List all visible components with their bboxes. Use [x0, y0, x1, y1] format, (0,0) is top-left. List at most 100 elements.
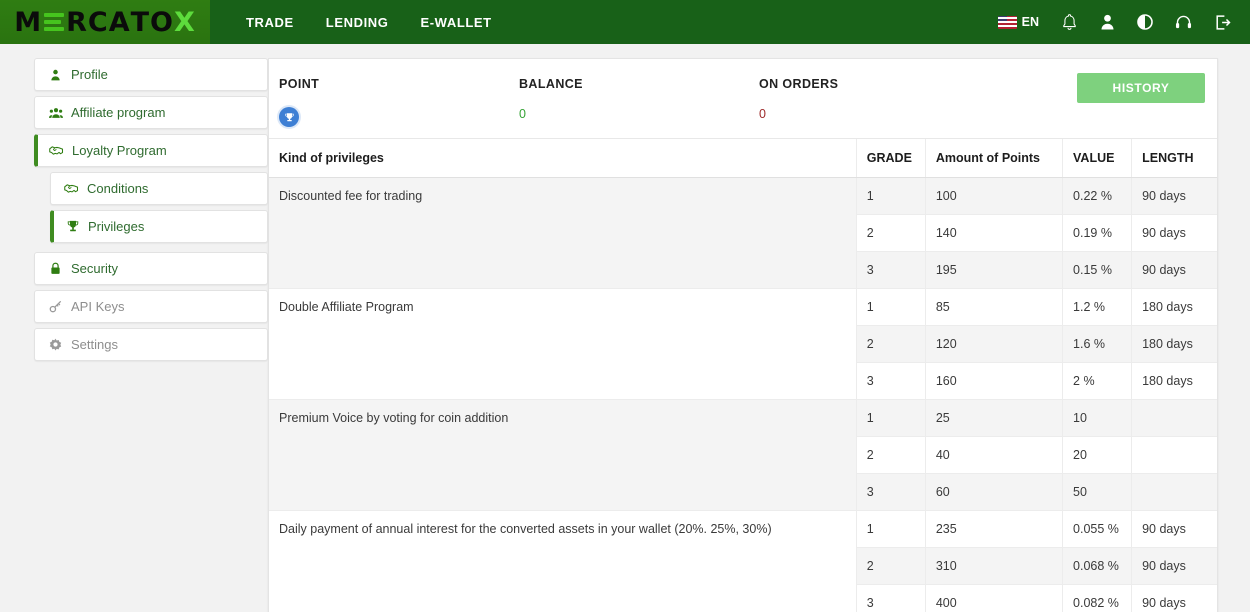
handshake-icon [63, 183, 80, 194]
sidebar-item-label: Security [71, 261, 118, 276]
logo-text-rc: RC [66, 6, 109, 38]
logo-text-m: M [14, 6, 43, 38]
lock-icon [47, 262, 64, 275]
gear-icon [47, 338, 64, 351]
cell-value: 2 % [1062, 362, 1133, 400]
cell-grade: 2 [856, 547, 926, 585]
cell-length [1131, 399, 1217, 437]
cell-length: 90 days [1131, 510, 1217, 548]
table-body: Discounted fee for trading 1 100 0.22 % 90 d… [269, 177, 1217, 612]
privileges-panel: POINT BALANCE 0 ON ORDERS 0 HISTORY Kind… [268, 58, 1218, 612]
cell-length: 90 days [1131, 251, 1217, 289]
account-button[interactable] [1091, 7, 1124, 37]
cell-points: 40 [925, 436, 1064, 474]
users-icon [47, 107, 64, 119]
sidebar-item-api-keys[interactable]: API Keys [34, 290, 268, 323]
nav-ewallet[interactable]: E-WALLET [404, 1, 507, 44]
cell-points: 85 [925, 288, 1064, 326]
us-flag-icon [997, 15, 1017, 29]
logout-button[interactable] [1205, 8, 1240, 37]
contrast-icon [1137, 14, 1153, 30]
sidebar-item-label: Privileges [88, 219, 145, 234]
language-switcher[interactable]: EN [989, 9, 1048, 35]
history-button[interactable]: HISTORY [1077, 73, 1205, 103]
language-label: EN [1021, 15, 1039, 29]
cell-length: 180 days [1131, 288, 1217, 326]
column-header-value: VALUE [1062, 139, 1133, 178]
cell-value: 10 [1062, 399, 1133, 437]
cell-length: 90 days [1131, 214, 1217, 252]
point-badge-icon [279, 107, 299, 127]
trophy-icon [64, 220, 81, 233]
cell-points: 100 [925, 177, 1064, 215]
cell-points: 310 [925, 547, 1064, 585]
sidebar-item-label: Affiliate program [71, 105, 166, 120]
cell-kind-of-privileges: Daily payment of annual interest for the… [269, 510, 857, 612]
logout-icon [1216, 14, 1231, 30]
sidebar-item-profile[interactable]: Profile [34, 58, 268, 91]
support-button[interactable] [1166, 8, 1201, 36]
stat-value: 0 [759, 107, 766, 121]
cell-length: 90 days [1131, 547, 1217, 585]
table-row: Double Affiliate Program 1 85 1.2 % 180 days [269, 288, 1217, 400]
column-header-points: Amount of Points [925, 139, 1064, 178]
cell-points: 400 [925, 584, 1064, 612]
header-actions: EN [989, 0, 1240, 44]
cell-points: 140 [925, 214, 1064, 252]
stat-balance: BALANCE 0 [519, 77, 759, 121]
cell-length: 180 days [1131, 325, 1217, 363]
stats-bar: POINT BALANCE 0 ON ORDERS 0 HISTORY [269, 59, 1217, 139]
cell-points: 60 [925, 473, 1064, 511]
stat-label: POINT [279, 77, 320, 91]
cell-grade: 3 [856, 473, 926, 511]
main-nav: TRADE LENDING E-WALLET [230, 1, 508, 44]
cell-grade: 2 [856, 214, 926, 252]
column-header-kind: Kind of privileges [269, 139, 857, 178]
column-header-grade: GRADE [856, 139, 926, 178]
sidebar-item-label: API Keys [71, 299, 125, 314]
brand-logo[interactable]: M RC A TO X [0, 0, 210, 44]
cell-points: 160 [925, 362, 1064, 400]
sidebar-item-security[interactable]: Security [34, 252, 268, 285]
sidebar-item-loyalty-program[interactable]: Loyalty Program [34, 134, 268, 167]
stat-point: POINT [279, 77, 519, 127]
cell-kind-of-privileges: Premium Voice by voting for coin additio… [269, 399, 857, 511]
sidebar-item-settings[interactable]: Settings [34, 328, 268, 361]
logo-text-to: TO [130, 6, 174, 38]
logo-text-a: A [108, 6, 131, 38]
handshake-icon [48, 145, 65, 156]
nav-lending[interactable]: LENDING [310, 1, 405, 44]
cell-value: 1.6 % [1062, 325, 1133, 363]
cell-length [1131, 436, 1217, 474]
theme-toggle-button[interactable] [1128, 8, 1162, 36]
sidebar-item-conditions[interactable]: Conditions [50, 172, 268, 205]
cell-value: 0.19 % [1062, 214, 1133, 252]
privileges-table: Kind of privileges GRADE Amount of Point… [269, 139, 1217, 612]
cell-length: 90 days [1131, 584, 1217, 612]
user-icon [1101, 14, 1114, 30]
table-row: Daily payment of annual interest for the… [269, 510, 1217, 612]
cell-value: 50 [1062, 473, 1133, 511]
sidebar-item-affiliate-program[interactable]: Affiliate program [34, 96, 268, 129]
stat-label: ON ORDERS [759, 77, 839, 91]
cell-value: 0.068 % [1062, 547, 1133, 585]
user-icon [47, 69, 64, 81]
cell-grade: 1 [856, 177, 926, 215]
headset-icon [1175, 15, 1192, 29]
notifications-button[interactable] [1052, 7, 1087, 37]
cell-points: 25 [925, 399, 1064, 437]
nav-trade[interactable]: TRADE [230, 1, 310, 44]
cell-grade: 3 [856, 584, 926, 612]
cell-points: 195 [925, 251, 1064, 289]
table-row: Discounted fee for trading 1 100 0.22 % 90 d… [269, 177, 1217, 289]
bell-icon [1063, 14, 1076, 30]
cell-value: 0.082 % [1062, 584, 1133, 612]
page-body: Profile Affiliate program Loyalty Progra… [0, 44, 1250, 612]
cell-grade: 1 [856, 399, 926, 437]
cell-grade: 2 [856, 325, 926, 363]
sidebar-item-privileges[interactable]: Privileges [50, 210, 268, 243]
main-content: POINT BALANCE 0 ON ORDERS 0 HISTORY Kind… [268, 58, 1250, 612]
logo-e-bars-icon [44, 12, 65, 33]
cell-points: 235 [925, 510, 1064, 548]
cell-value: 0.22 % [1062, 177, 1133, 215]
